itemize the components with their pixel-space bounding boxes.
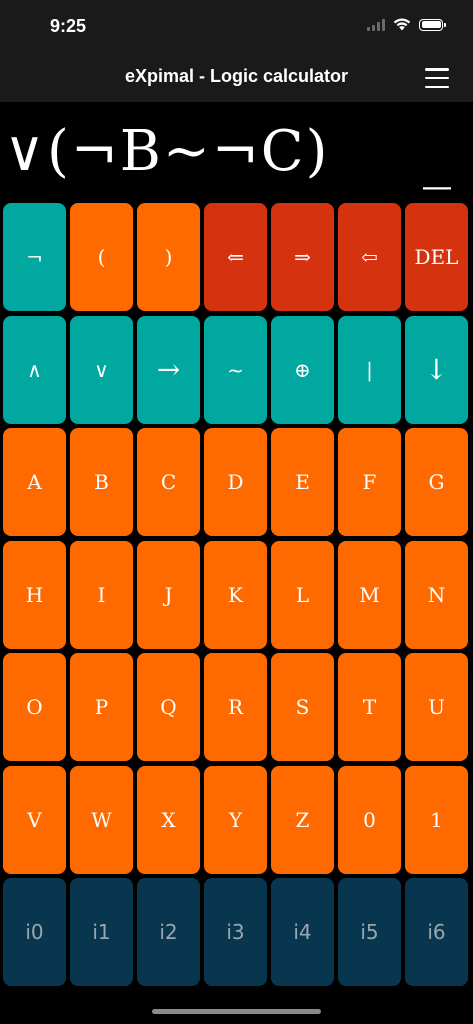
key-i[interactable]: I <box>70 540 133 649</box>
key-delete[interactable]: DEL <box>405 203 468 311</box>
key-z[interactable]: Z <box>271 765 334 874</box>
key-q[interactable]: Q <box>137 653 200 761</box>
key-w[interactable]: W <box>70 765 133 874</box>
key-k[interactable]: K <box>204 540 267 649</box>
key-xor[interactable]: ⊕ <box>271 315 334 424</box>
expression-display: ∨(¬B~¬C) _ <box>0 102 473 198</box>
key-a[interactable]: A <box>3 428 66 536</box>
key-open-paren[interactable]: ( <box>70 203 133 311</box>
key-i5[interactable]: i5 <box>338 878 401 986</box>
key-not[interactable]: ¬ <box>3 203 66 311</box>
status-time: 9:25 <box>50 16 87 36</box>
key-f[interactable]: F <box>338 428 401 536</box>
status-bar: 9:25 <box>0 0 473 54</box>
expression-text: ∨(¬B~¬C) <box>4 119 330 184</box>
key-e[interactable]: E <box>271 428 334 536</box>
key-i4[interactable]: i4 <box>271 878 334 986</box>
key-close-paren[interactable]: ) <box>137 203 200 311</box>
input-cursor: _ <box>423 125 451 190</box>
key-left-arrow[interactable]: ⇦ <box>338 203 401 311</box>
battery-icon <box>419 18 446 31</box>
key-d[interactable]: D <box>204 428 267 536</box>
cellular-signal-icon <box>367 18 385 31</box>
battery-fill <box>421 21 441 28</box>
key-p[interactable]: P <box>70 653 133 761</box>
key-u[interactable]: U <box>405 653 468 761</box>
key-i1[interactable]: i1 <box>70 878 133 986</box>
key-x[interactable]: X <box>137 765 200 874</box>
home-indicator[interactable] <box>152 1009 321 1014</box>
key-i0[interactable]: i0 <box>3 878 66 986</box>
key-v[interactable]: V <box>3 765 66 874</box>
key-nor[interactable]: ↓ <box>405 315 468 424</box>
key-i3[interactable]: i3 <box>204 878 267 986</box>
wifi-icon <box>393 18 411 31</box>
key-m[interactable]: M <box>338 540 401 649</box>
key-n[interactable]: N <box>405 540 468 649</box>
key-0[interactable]: 0 <box>338 765 401 874</box>
status-icons <box>367 18 446 31</box>
keypad: ¬() ⇐ ⇒ ⇦ DEL ∧ ∨ → ~ ⊕ | ↓ A B C D E F G H I J K L M N O P Q R S T U V W X… <box>3 203 470 986</box>
key-equivalence[interactable]: ~ <box>204 315 267 424</box>
key-g[interactable]: G <box>405 428 468 536</box>
key-j[interactable]: J <box>137 540 200 649</box>
key-1[interactable]: 1 <box>405 765 468 874</box>
key-i6[interactable]: i6 <box>405 878 468 986</box>
key-b[interactable]: B <box>70 428 133 536</box>
app-title: eXpimal - Logic calculator <box>124 66 349 86</box>
key-nand[interactable]: | <box>338 315 401 424</box>
key-left-implies[interactable]: ⇐ <box>204 203 267 311</box>
hamburger-menu-icon[interactable] <box>425 68 449 88</box>
key-or[interactable]: ∨ <box>70 315 133 424</box>
key-t[interactable]: T <box>338 653 401 761</box>
key-s[interactable]: S <box>271 653 334 761</box>
key-h[interactable]: H <box>3 540 66 649</box>
key-right-implies[interactable]: ⇒ <box>271 203 334 311</box>
key-y[interactable]: Y <box>204 765 267 874</box>
key-and[interactable]: ∧ <box>3 315 66 424</box>
key-c[interactable]: C <box>137 428 200 536</box>
key-i2[interactable]: i2 <box>137 878 200 986</box>
navigation-bar: eXpimal - Logic calculator <box>0 54 473 102</box>
key-r[interactable]: R <box>204 653 267 761</box>
key-implies[interactable]: → <box>137 315 200 424</box>
key-l[interactable]: L <box>271 540 334 649</box>
key-o[interactable]: O <box>3 653 66 761</box>
